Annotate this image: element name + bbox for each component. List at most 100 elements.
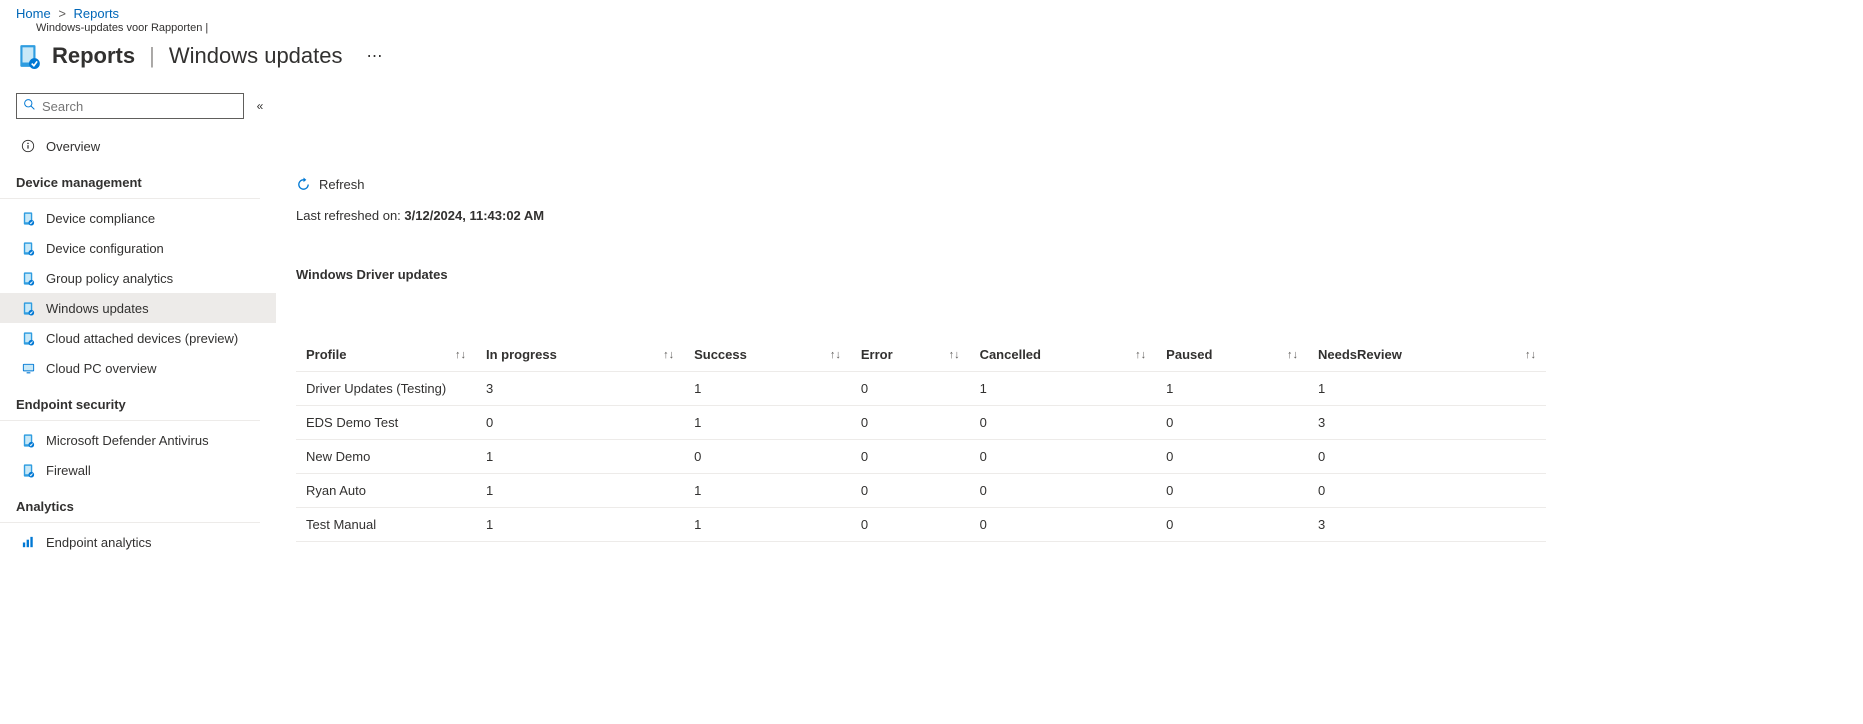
column-header-error[interactable]: Error ↑↓: [851, 338, 970, 372]
last-refreshed-value: 3/12/2024, 11:43:02 AM: [404, 208, 544, 223]
sidebar-item-label: Windows updates: [46, 301, 149, 316]
cell-success: 1: [684, 406, 851, 440]
search-input-wrap[interactable]: [16, 93, 244, 119]
cell-needs_review: 0: [1308, 474, 1546, 508]
chevron-right-icon: >: [54, 6, 70, 21]
page-title: Reports: [52, 43, 135, 69]
last-refreshed: Last refreshed on: 3/12/2024, 11:43:02 A…: [296, 208, 1843, 223]
sort-icon: ↑↓: [949, 349, 960, 361]
cell-error: 0: [851, 440, 970, 474]
nav-group-analytics: Analytics: [0, 485, 260, 523]
column-label: Paused: [1166, 347, 1212, 362]
search-icon: [23, 98, 36, 114]
main-content: Refresh Last refreshed on: 3/12/2024, 11…: [276, 93, 1863, 562]
device-icon: [20, 462, 36, 478]
nav-group-device-management: Device management: [0, 161, 260, 199]
column-label: Profile: [306, 347, 346, 362]
sidebar-item-cloud-pc-overview[interactable]: Cloud PC overview: [0, 353, 276, 383]
device-icon: [20, 330, 36, 346]
cell-paused: 0: [1156, 508, 1308, 542]
cell-in_progress: 0: [476, 406, 684, 440]
nav-overview[interactable]: Overview: [0, 131, 276, 161]
sidebar-item-endpoint-analytics[interactable]: Endpoint analytics: [0, 527, 276, 557]
cell-profile: New Demo: [296, 440, 476, 474]
column-label: Cancelled: [980, 347, 1041, 362]
breadcrumb-home[interactable]: Home: [16, 6, 51, 21]
column-header-profile[interactable]: Profile ↑↓: [296, 338, 476, 372]
cell-error: 0: [851, 508, 970, 542]
table-row[interactable]: Test Manual110003: [296, 508, 1546, 542]
device-icon: [20, 240, 36, 256]
cell-needs_review: 3: [1308, 406, 1546, 440]
cell-success: 1: [684, 372, 851, 406]
cell-paused: 0: [1156, 406, 1308, 440]
sidebar-item-device-configuration[interactable]: Device configuration: [0, 233, 276, 263]
column-label: Error: [861, 347, 893, 362]
table-row[interactable]: Ryan Auto110000: [296, 474, 1546, 508]
sidebar-item-device-compliance[interactable]: Device compliance: [0, 203, 276, 233]
sidebar-item-label: Group policy analytics: [46, 271, 173, 286]
cell-in_progress: 3: [476, 372, 684, 406]
device-icon: [20, 300, 36, 316]
table-row[interactable]: EDS Demo Test010003: [296, 406, 1546, 440]
cell-success: 0: [684, 440, 851, 474]
breadcrumb: Home > Reports Windows-updates voor Rapp…: [0, 0, 1863, 23]
column-header-needsreview[interactable]: NeedsReview ↑↓: [1308, 338, 1546, 372]
cell-profile: Test Manual: [296, 508, 476, 542]
column-header-success[interactable]: Success↑↓: [684, 338, 851, 372]
column-header-in-progress[interactable]: In progress ↑↓: [476, 338, 684, 372]
cell-profile: Driver Updates (Testing): [296, 372, 476, 406]
sidebar-item-label: Firewall: [46, 463, 91, 478]
refresh-button[interactable]: Refresh: [296, 173, 365, 196]
device-icon: [20, 270, 36, 286]
more-menu-button[interactable]: ⋯: [353, 46, 383, 66]
cell-error: 0: [851, 406, 970, 440]
refresh-label: Refresh: [319, 177, 365, 192]
search-input[interactable]: [36, 99, 237, 114]
column-label: In progress: [486, 347, 557, 362]
nav-group-endpoint-security: Endpoint security: [0, 383, 260, 421]
column-label: NeedsReview: [1318, 347, 1402, 362]
cell-cancelled: 0: [970, 440, 1157, 474]
column-label: Success: [694, 347, 747, 362]
sidebar-item-microsoft-defender-antivirus[interactable]: Microsoft Defender Antivirus: [0, 425, 276, 455]
column-header-paused[interactable]: Paused↑↓: [1156, 338, 1308, 372]
sort-icon: ↑↓: [1135, 349, 1146, 361]
sidebar-item-windows-updates[interactable]: Windows updates: [0, 293, 276, 323]
cell-error: 0: [851, 372, 970, 406]
cell-success: 1: [684, 474, 851, 508]
sidebar-item-group-policy-analytics[interactable]: Group policy analytics: [0, 263, 276, 293]
sort-icon: ↑↓: [1525, 349, 1536, 361]
page-header: Reports | Windows updates ⋯: [0, 23, 1863, 93]
sort-icon: ↑↓: [455, 349, 466, 361]
sidebar-item-label: Endpoint analytics: [46, 535, 152, 550]
sidebar-item-firewall[interactable]: Firewall: [0, 455, 276, 485]
cell-paused: 0: [1156, 440, 1308, 474]
cell-needs_review: 1: [1308, 372, 1546, 406]
cell-cancelled: 0: [970, 508, 1157, 542]
cell-profile: EDS Demo Test: [296, 406, 476, 440]
cell-in_progress: 1: [476, 508, 684, 542]
cell-paused: 1: [1156, 372, 1308, 406]
sidebar-item-cloud-attached-devices-preview-[interactable]: Cloud attached devices (preview): [0, 323, 276, 353]
cell-needs_review: 3: [1308, 508, 1546, 542]
breadcrumb-reports[interactable]: Reports: [74, 6, 120, 21]
table-row[interactable]: Driver Updates (Testing)310111: [296, 372, 1546, 406]
cell-paused: 0: [1156, 474, 1308, 508]
cell-in_progress: 1: [476, 474, 684, 508]
refresh-icon: [296, 177, 311, 192]
cell-profile: Ryan Auto: [296, 474, 476, 508]
sidebar-item-label: Microsoft Defender Antivirus: [46, 433, 209, 448]
page-subtitle: Windows updates: [169, 43, 343, 69]
last-refreshed-label: Last refreshed on:: [296, 208, 404, 223]
collapse-sidebar-button[interactable]: «: [250, 99, 270, 113]
cell-cancelled: 0: [970, 406, 1157, 440]
table-row[interactable]: New Demo100000: [296, 440, 1546, 474]
info-icon: [20, 138, 36, 154]
title-divider: |: [145, 43, 159, 69]
sort-icon: ↑↓: [663, 349, 674, 361]
sidebar: « Overview Device management Device comp…: [0, 93, 276, 562]
sidebar-item-label: Device configuration: [46, 241, 164, 256]
column-header-cancelled[interactable]: Cancelled ↑↓: [970, 338, 1157, 372]
sidebar-item-label: Cloud attached devices (preview): [46, 331, 238, 346]
